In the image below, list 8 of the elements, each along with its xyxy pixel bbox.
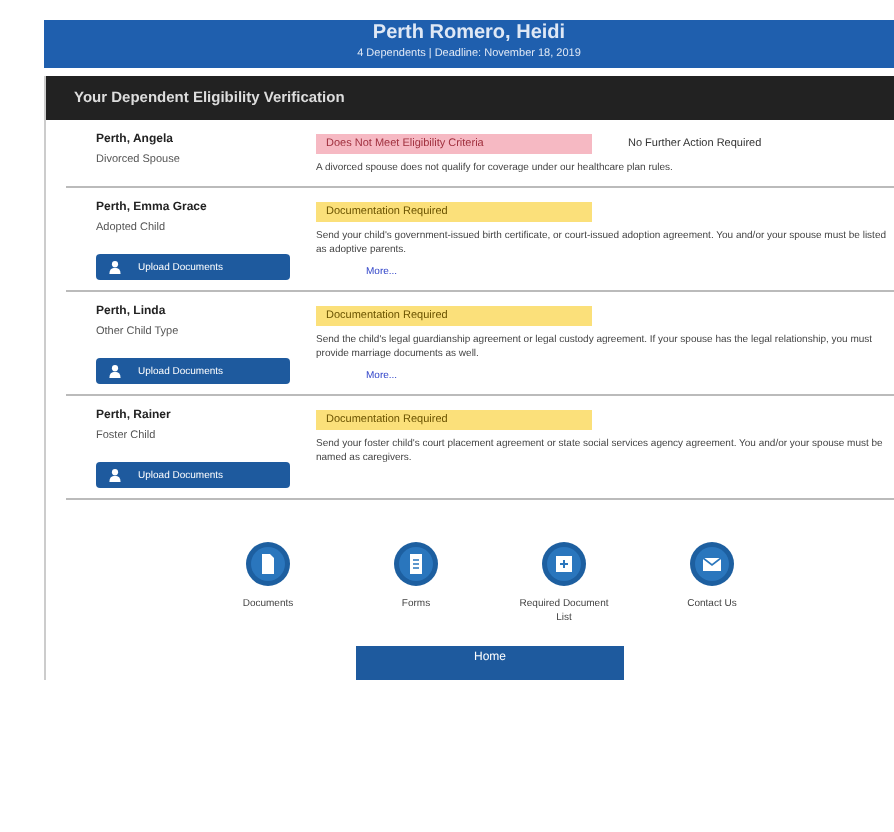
person-icon xyxy=(108,468,122,482)
envelope-icon xyxy=(688,540,736,588)
person-icon xyxy=(108,260,122,274)
document-icon xyxy=(244,540,292,588)
list-icon xyxy=(540,540,588,588)
form-icon xyxy=(392,540,440,588)
employee-name: Perth Romero, Heidi xyxy=(370,22,568,46)
person-icon xyxy=(108,364,122,378)
